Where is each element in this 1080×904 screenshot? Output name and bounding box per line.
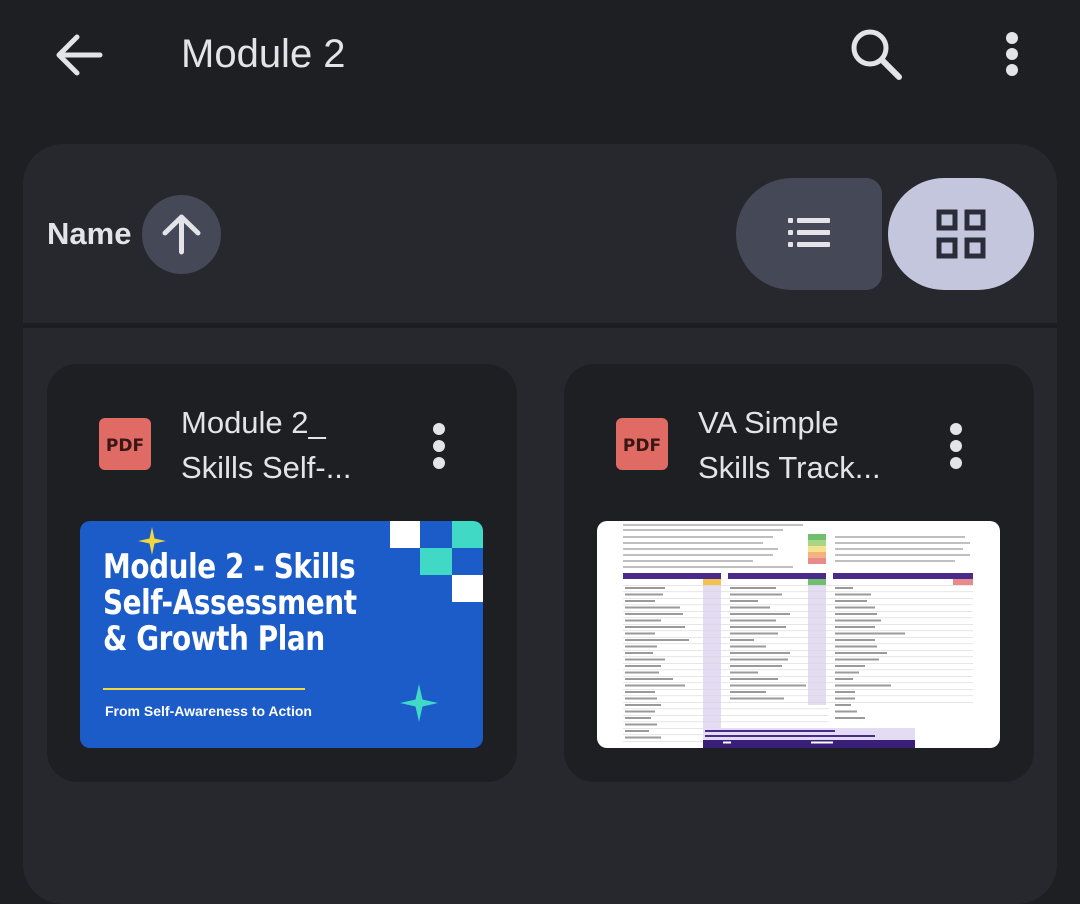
divider xyxy=(23,323,1057,328)
spreadsheet-preview-image xyxy=(623,524,973,748)
more-options-icon[interactable] xyxy=(992,24,1032,84)
pdf-file-icon: PDF xyxy=(99,418,151,470)
sort-direction-button[interactable] xyxy=(142,195,221,274)
decorative-square xyxy=(420,548,452,575)
sort-by-label[interactable]: Name xyxy=(47,214,131,254)
svg-text:PDF: PDF xyxy=(623,436,661,456)
page-title: Module 2 xyxy=(181,32,346,76)
file-card[interactable]: PDF VA Simple Skills Track... xyxy=(564,364,1034,782)
list-view-toggle[interactable] xyxy=(736,178,882,290)
file-card[interactable]: PDF Module 2_ Skills Self-... Module 2 -… xyxy=(47,364,517,782)
decorative-square xyxy=(452,521,483,548)
file-name-line: Module 2_ xyxy=(181,405,326,440)
thumbnail-rule xyxy=(103,688,305,690)
file-name: VA Simple Skills Track... xyxy=(698,400,908,490)
file-name-line: VA Simple xyxy=(698,405,839,440)
pdf-file-icon: PDF xyxy=(616,418,668,470)
thumbnail-subtitle: From Self-Awareness to Action xyxy=(105,703,312,719)
file-name: Module 2_ Skills Self-... xyxy=(181,400,391,490)
file-name-line: Skills Track... xyxy=(698,450,881,485)
top-app-bar: Module 2 xyxy=(0,0,1080,110)
arrow-up-icon xyxy=(162,214,201,255)
more-options-icon[interactable] xyxy=(419,416,459,476)
file-thumbnail[interactable]: Module 2 - Skills Self-Assessment & Grow… xyxy=(80,521,483,748)
back-arrow-icon[interactable] xyxy=(50,26,108,84)
more-options-icon[interactable] xyxy=(936,416,976,476)
sparkle-icon xyxy=(400,684,438,722)
grid-view-icon xyxy=(936,209,986,259)
grid-view-toggle[interactable] xyxy=(888,178,1034,290)
svg-text:PDF: PDF xyxy=(106,436,144,456)
search-icon[interactable] xyxy=(846,24,906,84)
file-name-line: Skills Self-... xyxy=(181,450,352,485)
list-view-icon xyxy=(788,218,830,247)
file-thumbnail[interactable] xyxy=(597,521,1000,748)
thumbnail-title: Module 2 - Skills Self-Assessment & Grow… xyxy=(103,547,357,659)
decorative-square xyxy=(390,521,420,548)
decorative-square xyxy=(452,575,483,602)
